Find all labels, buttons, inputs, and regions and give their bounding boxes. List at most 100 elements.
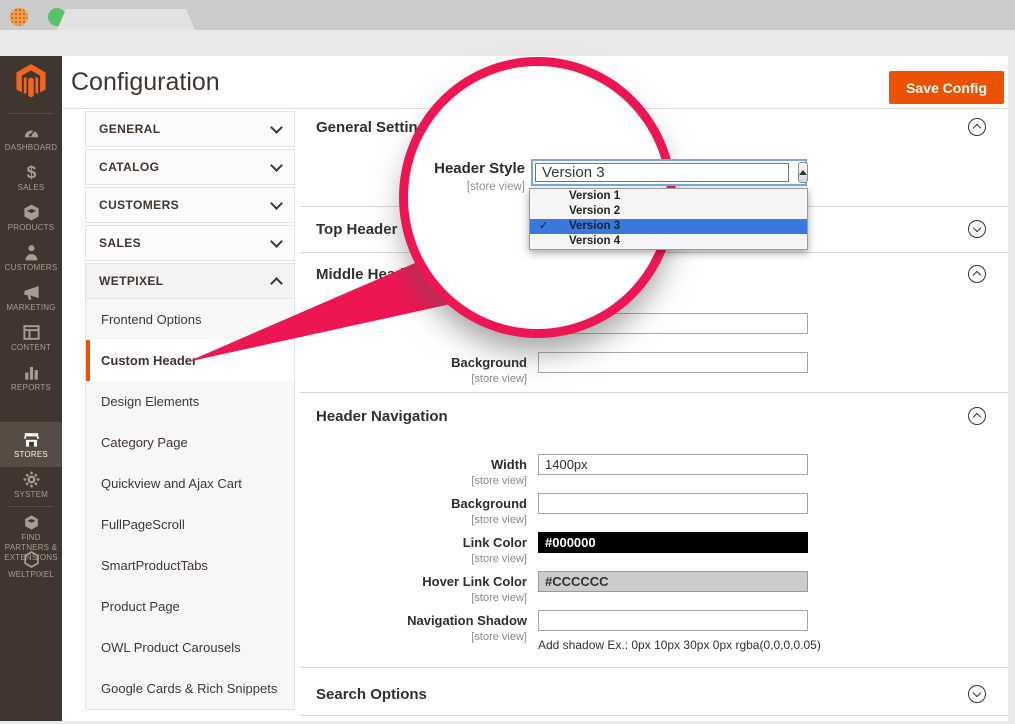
field-row-hover-link-color: Hover Link Color[store view] <box>300 572 1008 596</box>
config-subitem-category-page[interactable]: Category Page <box>86 422 294 463</box>
sidebar-item-label: DASHBOARD <box>0 143 62 153</box>
chevron-down-icon <box>973 689 981 697</box>
config-subitem-design-elements[interactable]: Design Elements <box>86 381 294 422</box>
collapse-toggle-search-options[interactable] <box>968 685 986 703</box>
page-title: Configuration <box>71 68 220 97</box>
navigation-shadow-input[interactable] <box>538 610 808 631</box>
link-color-input[interactable] <box>538 532 808 553</box>
chevron-down-icon <box>973 224 981 232</box>
field-row-background: Background[store view] <box>300 494 1008 518</box>
config-subitem-owl-product-carousels[interactable]: OWL Product Carousels <box>86 627 294 668</box>
magento-logo-icon[interactable] <box>0 64 62 103</box>
collapse-toggle-header-navigation[interactable] <box>968 407 986 425</box>
config-subitem-product-page[interactable]: Product Page <box>86 586 294 627</box>
config-subitem-google-cards-rich-snippets[interactable]: Google Cards & Rich Snippets <box>86 668 294 709</box>
sidebar-item-sales[interactable]: $SALES <box>0 163 62 193</box>
browser-toolbar <box>0 30 1015 56</box>
browser-tab[interactable] <box>57 9 195 30</box>
save-config-button[interactable]: Save Config <box>889 71 1004 104</box>
window-titlebar <box>0 0 1015 30</box>
form-section-search-options: Search Options <box>300 668 1008 716</box>
marketing-icon <box>0 283 62 302</box>
header-style-select[interactable]: Version 3 <box>531 159 807 186</box>
content-icon <box>0 323 62 342</box>
products-icon <box>0 203 62 222</box>
field-scope: [store view] <box>300 373 527 385</box>
header-style-dropdown: Version 1Version 2✓Version 3Version 4 <box>529 188 808 250</box>
sidebar-item-stores[interactable]: STORES <box>0 422 62 467</box>
field-label: Link Color[store view] <box>300 535 527 565</box>
chevron-down-icon <box>270 121 283 134</box>
dropdown-option-version-2[interactable]: Version 2 <box>530 204 807 219</box>
sidebar-divider <box>9 506 53 507</box>
sidebar-item-content[interactable]: CONTENT <box>0 323 62 353</box>
section-heading: Header Navigation <box>316 408 448 425</box>
sidebar-item-dashboard[interactable]: DASHBOARD <box>0 123 62 153</box>
sidebar-item-label: STORES <box>0 450 62 460</box>
field-row-link-color: Link Color[store view] <box>300 533 1008 557</box>
chevron-down-icon <box>270 197 283 210</box>
select-arrow-button[interactable] <box>798 162 808 183</box>
sidebar-item-label: SYSTEM <box>0 490 62 500</box>
sidebar-item-label: PRODUCTS <box>0 223 62 233</box>
collapse-toggle-general-settings[interactable] <box>968 118 986 136</box>
config-subitem-smartproducttabs[interactable]: SmartProductTabs <box>86 545 294 586</box>
hover-link-color-input[interactable] <box>538 571 808 592</box>
sidebar-item-label: CUSTOMERS <box>0 263 62 273</box>
width-input[interactable] <box>538 454 808 475</box>
stores-icon <box>0 430 62 449</box>
config-section-label: CATALOG <box>99 160 159 174</box>
field-scope: [store view] <box>300 631 527 643</box>
field-scope: [store view] <box>300 553 527 565</box>
window-button-orange[interactable] <box>10 8 28 26</box>
header-style-label: Header Style <box>385 160 525 177</box>
config-nav: GENERALCATALOGCUSTOMERSSALESWETPIXELFron… <box>85 111 295 710</box>
field-label: Width[store view] <box>300 457 527 487</box>
field-label: Navigation Shadow[store view] <box>300 613 527 643</box>
section-heading: Top Header <box>316 221 397 238</box>
sidebar-item-label: SALES <box>0 183 62 193</box>
section-heading: Search Options <box>316 686 427 703</box>
field-row-width: Width[store view] <box>300 455 1008 479</box>
admin-sidebar: DASHBOARD $SALES PRODUCTS CUSTOMERS MARKETIN… <box>0 56 62 721</box>
dashboard-icon <box>0 123 62 142</box>
collapse-toggle-top-header[interactable] <box>968 220 986 238</box>
dropdown-option-version-4[interactable]: Version 4 <box>530 234 807 249</box>
system-icon <box>0 470 62 489</box>
sidebar-item-customers[interactable]: CUSTOMERS <box>0 243 62 273</box>
dropdown-option-version-1[interactable]: Version 1 <box>530 189 807 204</box>
config-section-general[interactable]: GENERAL <box>85 111 295 147</box>
sidebar-item-weltpixel[interactable]: WELTPIXEL <box>0 550 62 580</box>
sales-icon: $ <box>0 163 62 182</box>
sidebar-item-products[interactable]: PRODUCTS <box>0 203 62 233</box>
config-section-label: SALES <box>99 236 141 250</box>
sidebar-item-label: MARKETING <box>0 303 62 313</box>
arrow-up-icon <box>799 170 807 175</box>
field-scope: [store view] <box>300 514 527 526</box>
background-input[interactable] <box>538 493 808 514</box>
field-scope: [store view] <box>300 475 527 487</box>
config-subitem-quickview-and-ajax-cart[interactable]: Quickview and Ajax Cart <box>86 463 294 504</box>
header-style-scope: [store view] <box>385 181 525 193</box>
sidebar-item-system[interactable]: SYSTEM <box>0 470 62 500</box>
chevron-up-icon <box>973 124 981 132</box>
form-section-header-navigation: Header Navigation Width[store view] Backgr… <box>300 393 1008 668</box>
sidebar-divider <box>9 113 53 114</box>
sidebar-item-label: REPORTS <box>0 383 62 393</box>
config-section-catalog[interactable]: CATALOG <box>85 149 295 185</box>
sidebar-item-label: CONTENT <box>0 343 62 353</box>
sidebar-item-marketing[interactable]: MARKETING <box>0 283 62 313</box>
field-row-navigation-shadow: Navigation Shadow[store view] <box>300 611 1008 635</box>
collapse-toggle-middle-header[interactable] <box>968 265 986 283</box>
sidebar-item-label: WELTPIXEL <box>0 570 62 580</box>
dropdown-option-version-3[interactable]: ✓Version 3 <box>530 219 807 234</box>
config-section-label: WETPIXEL <box>99 274 164 288</box>
field-label: Background[store view] <box>300 496 527 526</box>
weltpixel-icon <box>0 550 62 569</box>
background-input[interactable] <box>538 352 808 373</box>
sidebar-item-reports[interactable]: REPORTS <box>0 363 62 393</box>
field-label: Hover Link Color[store view] <box>300 574 527 604</box>
checkmark-icon: ✓ <box>539 219 548 234</box>
config-subitem-fullpagescroll[interactable]: FullPageScroll <box>86 504 294 545</box>
config-section-customers[interactable]: CUSTOMERS <box>85 187 295 223</box>
